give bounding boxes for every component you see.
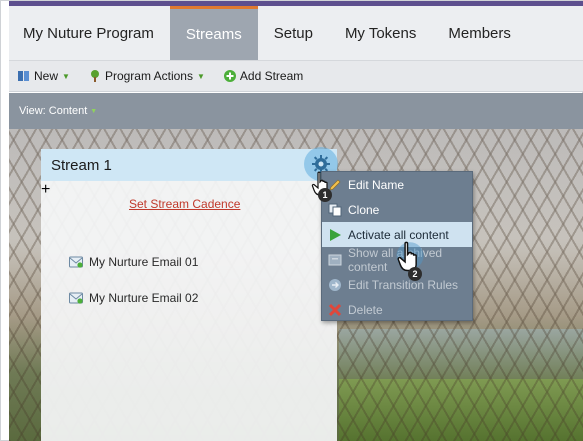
menu-item-label: Clone bbox=[348, 202, 380, 217]
menu-item-delete[interactable]: Delete bbox=[322, 297, 472, 322]
email-icon bbox=[69, 256, 83, 268]
stream-panel: Stream 1 + Set Stream Cadence My Nurture… bbox=[41, 147, 338, 441]
add-content-icon[interactable]: + bbox=[41, 181, 50, 199]
program-actions-icon bbox=[88, 69, 102, 83]
archive-icon bbox=[328, 253, 342, 267]
email-name: My Nurture Email 02 bbox=[89, 291, 199, 305]
tab-members[interactable]: Members bbox=[432, 6, 527, 60]
delete-icon bbox=[328, 303, 342, 317]
list-item[interactable]: My Nurture Email 01 bbox=[69, 255, 198, 269]
play-icon bbox=[328, 228, 342, 242]
tab-bar: My Nuture Program Streams Setup My Token… bbox=[9, 6, 583, 61]
tab-streams[interactable]: Streams bbox=[169, 6, 258, 60]
step-badge: 1 bbox=[318, 188, 332, 202]
email-icon bbox=[69, 292, 83, 304]
new-label: New bbox=[34, 69, 59, 83]
menu-item-label: Delete bbox=[348, 302, 383, 317]
add-icon bbox=[223, 69, 237, 83]
transition-icon bbox=[328, 278, 342, 292]
chevron-down-icon: ▼ bbox=[196, 71, 205, 81]
stream-title: Stream 1 bbox=[51, 156, 112, 174]
set-stream-cadence-link[interactable]: Set Stream Cadence bbox=[129, 197, 240, 211]
app-window: My Nuture Program Streams Setup My Token… bbox=[0, 0, 583, 441]
view-label: View: Content bbox=[19, 105, 88, 117]
tab-setup[interactable]: Setup bbox=[258, 6, 329, 60]
chevron-down-icon: ▼ bbox=[62, 71, 70, 81]
new-button[interactable]: New ▼ bbox=[17, 69, 70, 83]
new-icon bbox=[17, 69, 31, 83]
step-badge: 2 bbox=[408, 267, 422, 281]
stream-header: Stream 1 bbox=[41, 149, 337, 181]
menu-item-edit-name[interactable]: Edit Name bbox=[322, 172, 472, 197]
chevron-down-icon: ▼ bbox=[90, 107, 98, 115]
program-actions-button[interactable]: Program Actions ▼ bbox=[88, 69, 205, 83]
menu-item-label: Edit Transition Rules bbox=[348, 277, 459, 292]
menu-item-label: Edit Name bbox=[348, 177, 405, 192]
add-stream-label: Add Stream bbox=[239, 69, 304, 83]
email-name: My Nurture Email 01 bbox=[89, 255, 199, 269]
tab-my-tokens[interactable]: My Tokens bbox=[329, 6, 432, 60]
toolbar: New ▼ Program Actions ▼ Add Stream bbox=[9, 61, 583, 92]
clone-icon bbox=[328, 203, 342, 217]
add-stream-button[interactable]: Add Stream bbox=[223, 69, 303, 83]
view-selector[interactable]: View: Content ▼ bbox=[9, 93, 583, 129]
tab-my-nuture-program[interactable]: My Nuture Program bbox=[9, 6, 170, 60]
menu-item-label: Activate all content bbox=[348, 227, 449, 242]
program-actions-label: Program Actions bbox=[104, 69, 193, 83]
menu-item-clone[interactable]: Clone bbox=[322, 197, 472, 222]
list-item[interactable]: My Nurture Email 02 bbox=[69, 291, 198, 305]
